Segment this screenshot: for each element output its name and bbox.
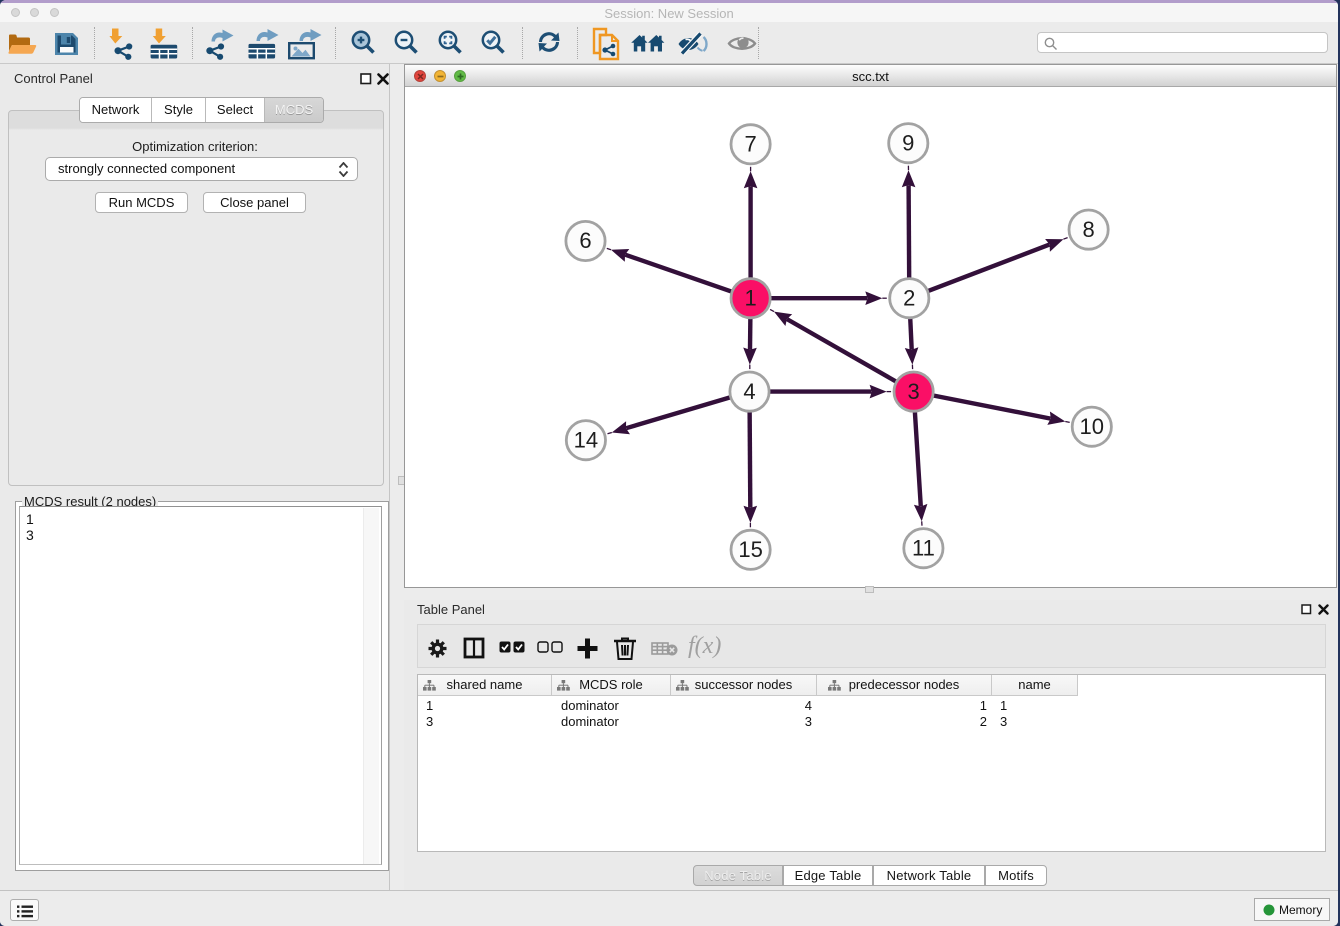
svg-text:4: 4 (743, 379, 755, 404)
svg-text:9: 9 (902, 130, 914, 155)
svg-text:7: 7 (744, 132, 756, 157)
svg-text:15: 15 (738, 537, 762, 562)
svg-text:1: 1 (744, 285, 756, 310)
svg-text:2: 2 (903, 285, 915, 310)
svg-text:6: 6 (579, 228, 591, 253)
svg-text:3: 3 (907, 379, 919, 404)
svg-text:14: 14 (574, 427, 598, 452)
svg-text:10: 10 (1080, 414, 1104, 439)
svg-text:11: 11 (912, 535, 935, 560)
svg-text:8: 8 (1082, 217, 1094, 242)
